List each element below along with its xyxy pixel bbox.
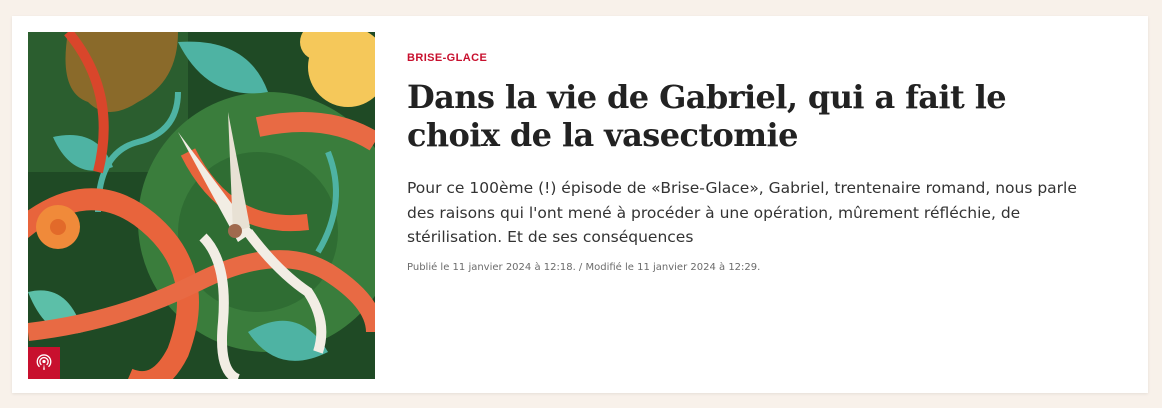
article-kicker[interactable]: BRISE-GLACE: [407, 52, 1107, 64]
article-card[interactable]: BRISE-GLACE Dans la vie de Gabriel, qui …: [12, 16, 1148, 393]
article-thumbnail[interactable]: [28, 32, 375, 379]
scissors-illustration-icon: [28, 32, 375, 379]
article-content: BRISE-GLACE Dans la vie de Gabriel, qui …: [407, 52, 1107, 273]
article-meta: Publié le 11 janvier 2024 à 12:18. / Mod…: [407, 261, 761, 273]
article-title[interactable]: Dans la vie de Gabriel, qui a fait le ch…: [407, 78, 1107, 154]
podcast-icon: [36, 354, 52, 370]
podcast-badge: [28, 347, 60, 379]
article-lead: Pour ce 100ème (!) épisode de «Brise-Gla…: [407, 179, 1077, 246]
